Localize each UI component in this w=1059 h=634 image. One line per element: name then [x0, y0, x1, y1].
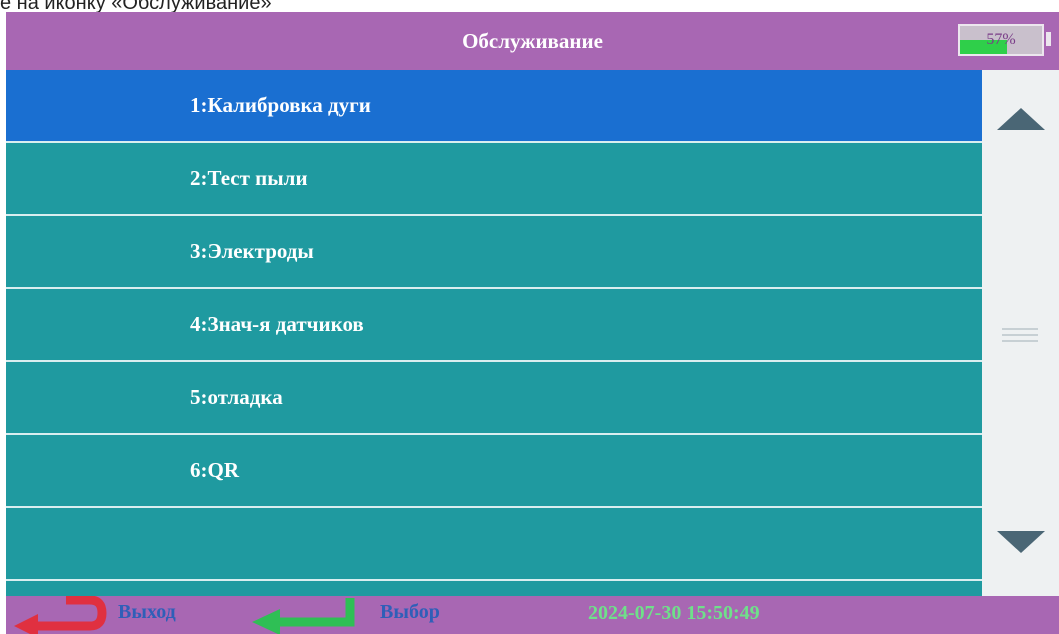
- menu-item-label: 6:QR: [190, 458, 239, 482]
- document-caption: е на иконку «Обслуживание»: [0, 0, 272, 12]
- exit-button[interactable]: Выход: [6, 596, 206, 634]
- menu-item-label: 1:Калибровка дуги: [190, 93, 371, 117]
- triangle-down-icon[interactable]: [997, 531, 1045, 553]
- select-button[interactable]: Выбор: [242, 596, 482, 634]
- triangle-up-icon[interactable]: [997, 108, 1045, 130]
- battery-indicator: 57%: [958, 24, 1044, 56]
- device-screen: Обслуживание 57% 1:Калибровка дуги 2:Тес…: [6, 12, 1059, 634]
- scrollbar[interactable]: [982, 70, 1059, 596]
- menu-item-label: 5:отладка: [190, 385, 283, 409]
- battery-percent: 57%: [986, 31, 1016, 48]
- menu-item-qr[interactable]: 6:QR: [6, 435, 982, 508]
- menu-item-label: 4:Знач-я датчиков: [190, 312, 364, 336]
- title-bar: Обслуживание 57%: [6, 12, 1059, 70]
- menu-item-debug[interactable]: 5:отладка: [6, 362, 982, 435]
- menu-item-empty[interactable]: [6, 508, 982, 581]
- menu-item-label: 2:Тест пыли: [190, 166, 308, 190]
- menu-list: 1:Калибровка дуги 2:Тест пыли 3:Электрод…: [6, 70, 982, 596]
- return-arrow-icon: [14, 596, 107, 634]
- page-title: Обслуживание: [462, 29, 603, 53]
- menu-item-sensor-values[interactable]: 4:Знач-я датчиков: [6, 289, 982, 362]
- datetime: 2024-07-30 15:50:49: [588, 602, 760, 624]
- scroll-thumb[interactable]: [1002, 328, 1038, 342]
- menu-item-label: 3:Электроды: [190, 239, 314, 263]
- select-label: Выбор: [380, 601, 440, 623]
- menu-item-electrodes[interactable]: 3:Электроды: [6, 216, 982, 289]
- battery-cap: [1046, 32, 1051, 46]
- menu-item-dust-test[interactable]: 2:Тест пыли: [6, 143, 982, 216]
- exit-label: Выход: [118, 601, 176, 623]
- footer-bar: Выход Выбор 2024-07-30 15:50:49: [6, 596, 1059, 634]
- enter-arrow-icon: [252, 598, 355, 634]
- menu-item-arc-calibration[interactable]: 1:Калибровка дуги: [6, 70, 982, 143]
